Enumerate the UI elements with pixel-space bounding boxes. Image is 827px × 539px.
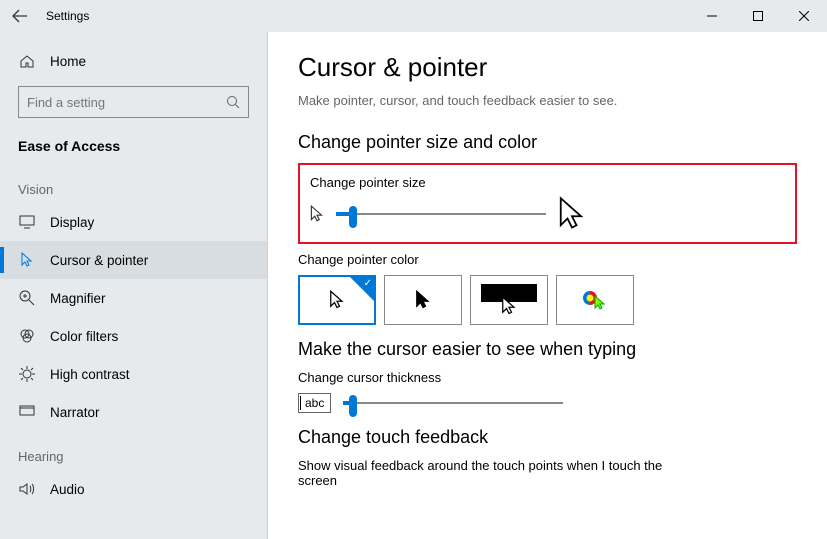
back-button[interactable] — [12, 9, 28, 23]
group-vision: Vision — [0, 164, 267, 203]
close-button[interactable] — [781, 0, 827, 32]
nav-audio[interactable]: Audio — [0, 470, 267, 508]
nav-color-filters[interactable]: Color filters — [0, 317, 267, 355]
search-input[interactable] — [27, 95, 226, 110]
nav-magnifier[interactable]: Magnifier — [0, 279, 267, 317]
high-contrast-icon — [18, 365, 36, 383]
cursor-large-icon — [558, 196, 586, 232]
nav-home-label: Home — [50, 54, 86, 69]
home-icon — [18, 52, 36, 70]
maximize-button[interactable] — [735, 0, 781, 32]
label-pointer-size: Change pointer size — [310, 175, 785, 190]
main-panel: Cursor & pointer Make pointer, cursor, a… — [268, 32, 827, 539]
magnifier-icon — [18, 289, 36, 307]
sidebar-heading: Ease of Access — [0, 128, 267, 164]
nav-cursor-pointer[interactable]: Cursor & pointer — [0, 241, 267, 279]
display-icon — [18, 213, 36, 231]
slider-thumb[interactable] — [349, 206, 357, 228]
touch-feedback-text: Show visual feedback around the touch po… — [298, 458, 698, 488]
search-box[interactable] — [18, 86, 249, 118]
nav-home[interactable]: Home — [0, 42, 267, 80]
search-icon — [226, 95, 240, 109]
label-cursor-thickness: Change cursor thickness — [298, 370, 797, 385]
section-size-color: Change pointer size and color — [298, 132, 797, 153]
page-subtitle: Make pointer, cursor, and touch feedback… — [298, 93, 797, 108]
label-pointer-color: Change pointer color — [298, 252, 797, 267]
page-title: Cursor & pointer — [298, 52, 797, 83]
titlebar: Settings — [0, 0, 827, 32]
group-hearing: Hearing — [0, 431, 267, 470]
section-touch: Change touch feedback — [298, 427, 797, 448]
cursor-thickness-slider[interactable] — [343, 393, 563, 413]
nav-high-contrast[interactable]: High contrast — [0, 355, 267, 393]
cursor-small-icon — [310, 205, 324, 223]
pointer-color-custom[interactable] — [556, 275, 634, 325]
pointer-size-slider[interactable] — [336, 204, 546, 224]
color-filters-icon — [18, 327, 36, 345]
sidebar: Home Ease of Access Vision Display Curso… — [0, 32, 268, 539]
pointer-color-white[interactable]: ✓ — [298, 275, 376, 325]
window-title: Settings — [46, 9, 89, 23]
nav-display[interactable]: Display — [0, 203, 267, 241]
nav-narrator[interactable]: Narrator — [0, 393, 267, 431]
minimize-button[interactable] — [689, 0, 735, 32]
slider-thumb[interactable] — [349, 395, 357, 417]
narrator-icon — [18, 403, 36, 421]
section-cursor: Make the cursor easier to see when typin… — [298, 339, 797, 360]
cursor-thickness-preview: abc — [298, 393, 331, 413]
audio-icon — [18, 480, 36, 498]
cursor-icon — [18, 251, 36, 269]
highlight-annotation: Change pointer size — [298, 163, 797, 244]
pointer-color-black[interactable] — [384, 275, 462, 325]
pointer-color-inverted[interactable] — [470, 275, 548, 325]
